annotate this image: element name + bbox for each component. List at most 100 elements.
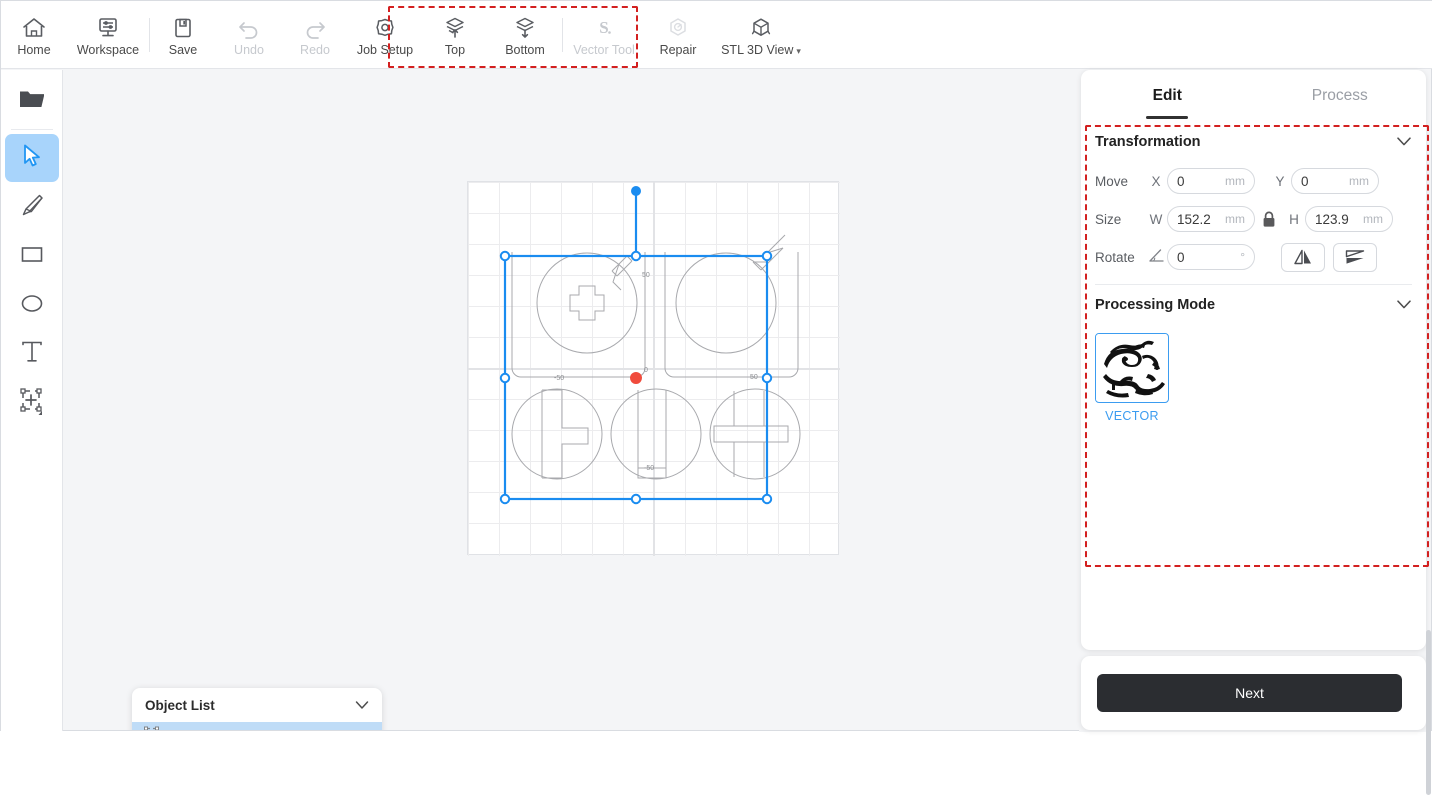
toolbar-label: STL 3D View ▾ <box>721 43 801 58</box>
move-row: Move X mm Y mm <box>1095 162 1412 200</box>
chevron-down-icon[interactable] <box>355 698 369 713</box>
size-w-input[interactable] <box>1177 211 1221 227</box>
size-label: Size <box>1095 211 1122 227</box>
edit-panel-card: Edit Process Transformation Move X mm <box>1081 70 1426 650</box>
lineart-thumbnail <box>1096 334 1167 401</box>
ellipse-icon <box>18 289 46 322</box>
top-layer-icon <box>442 12 468 40</box>
resize-handle-ne <box>761 250 773 262</box>
move-x-field[interactable]: mm <box>1167 168 1255 194</box>
transformation-section: Transformation Move X mm Y <box>1081 122 1426 276</box>
move-y-field[interactable]: mm <box>1291 168 1379 194</box>
repair-icon <box>665 12 691 40</box>
right-panel: Edit Process Transformation Move X mm <box>1079 70 1431 795</box>
top-toolbar: Home Workspace Save Undo Redo Job Setup … <box>1 1 1432 69</box>
toolbar-label: Workspace <box>76 43 140 57</box>
tool-divider <box>10 129 53 130</box>
rotate-input[interactable] <box>1177 249 1237 265</box>
toolbar-button-bottom[interactable]: Bottom <box>488 4 562 66</box>
toolbar-button-repair[interactable]: Repair <box>645 4 711 66</box>
tab-edit[interactable]: Edit <box>1081 70 1254 122</box>
next-button[interactable]: Next <box>1097 674 1402 712</box>
flip-vertical-icon[interactable] <box>1333 242 1377 272</box>
ellipse-tool[interactable] <box>5 281 59 329</box>
chevron-down-icon[interactable]: ▾ <box>796 46 801 56</box>
toolbar-button-stl-3d-view[interactable]: STL 3D View ▾ <box>711 4 811 66</box>
toolbar-button-top[interactable]: Top <box>422 4 488 66</box>
processing-mode-header[interactable]: Processing Mode <box>1095 285 1412 325</box>
origin-dot <box>630 372 642 384</box>
eye-icon[interactable] <box>352 728 371 731</box>
toolbar-button-job-setup[interactable]: Job Setup <box>348 4 422 66</box>
chevron-down-icon[interactable] <box>1396 135 1412 150</box>
object-list-header[interactable]: Object List <box>132 688 382 722</box>
redo-icon <box>302 12 328 40</box>
size-w-field[interactable]: mm <box>1167 206 1255 232</box>
unit-label: ° <box>1240 250 1245 264</box>
rotate-handle <box>631 186 641 196</box>
toolbar-label: Home <box>17 43 51 57</box>
open-file-tool[interactable] <box>5 77 59 125</box>
pen-tool[interactable] <box>5 183 59 231</box>
mode-option-label: VECTOR <box>1105 409 1159 423</box>
chevron-down-icon[interactable] <box>1396 298 1412 313</box>
toolbar-label: Undo <box>234 43 264 57</box>
size-h-field[interactable]: mm <box>1305 206 1393 232</box>
toolbar-button-save[interactable]: Save <box>150 4 216 66</box>
size-h-input[interactable] <box>1315 211 1359 227</box>
panel-scrollbar[interactable] <box>1426 630 1431 795</box>
mode-option-vector[interactable] <box>1095 333 1169 403</box>
tab-process[interactable]: Process <box>1254 70 1427 122</box>
panel-tabs: Edit Process <box>1081 70 1426 122</box>
toolbar-label: Top <box>444 43 466 57</box>
resize-handle-w <box>499 372 511 384</box>
object-list-title: Object List <box>145 697 215 713</box>
move-x-input[interactable] <box>1177 173 1221 189</box>
bottom-layer-icon <box>512 12 538 40</box>
home-icon <box>21 12 47 40</box>
rectangle-tool[interactable] <box>5 232 59 280</box>
toolbar-button-redo[interactable]: Redo <box>282 4 348 66</box>
object-list-panel: Object List Luban Lock.dxf (2) <box>132 688 382 730</box>
cursor-arrow-icon <box>18 142 46 175</box>
text-t-icon <box>18 338 46 371</box>
insert-tool[interactable] <box>5 379 59 427</box>
vector-tool-icon: S <box>591 12 617 40</box>
left-tool-rail <box>1 70 63 731</box>
flip-horizontal-icon[interactable] <box>1281 242 1325 272</box>
toolbar-button-home[interactable]: Home <box>1 4 67 66</box>
pen-nib-icon <box>18 191 46 224</box>
transformation-header[interactable]: Transformation <box>1095 122 1412 162</box>
unit-label: mm <box>1349 174 1369 188</box>
axis-label-h: H <box>1289 211 1299 227</box>
selection-box[interactable] <box>466 180 844 560</box>
axis-label-x: X <box>1151 173 1161 189</box>
rotate-field[interactable]: ° <box>1167 244 1255 270</box>
unit-label: mm <box>1363 212 1383 226</box>
toolbar-button-vector-tool[interactable]: S Vector Tool <box>563 4 645 66</box>
toolbar-button-workspace[interactable]: Workspace <box>67 4 149 66</box>
toolbar-label: Bottom <box>505 43 545 57</box>
toolbar-button-undo[interactable]: Undo <box>216 4 282 66</box>
folder-open-icon <box>17 86 47 117</box>
stl-view-text: STL 3D View <box>721 42 794 57</box>
list-item[interactable]: Luban Lock.dxf (2) <box>132 722 382 730</box>
job-setup-icon <box>372 12 398 40</box>
design-canvas[interactable]: 50 0 -50 50 -50 Object List <box>64 70 1079 730</box>
select-tool[interactable] <box>4 134 59 182</box>
list-item-label: Luban Lock.dxf (2) <box>169 730 343 731</box>
stl-3d-view-icon <box>748 12 774 40</box>
unit-label: mm <box>1225 212 1245 226</box>
size-row: Size W mm H mm <box>1095 200 1412 238</box>
rotate-label: Rotate <box>1095 249 1135 265</box>
text-tool[interactable] <box>5 330 59 378</box>
resize-handle-n <box>630 250 642 262</box>
undo-icon <box>236 12 262 40</box>
panel-footer-card: Next <box>1081 656 1426 730</box>
move-label: Move <box>1095 173 1129 189</box>
unit-label: mm <box>1225 174 1245 188</box>
processing-mode-section: Processing Mode <box>1081 285 1426 325</box>
resize-handle-sw <box>499 493 511 505</box>
lock-closed-icon[interactable] <box>1255 211 1283 228</box>
move-y-input[interactable] <box>1301 173 1345 189</box>
